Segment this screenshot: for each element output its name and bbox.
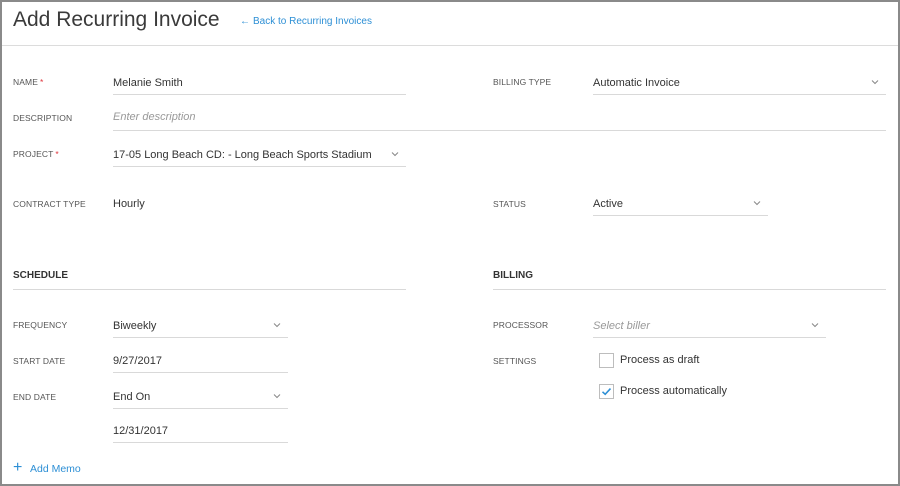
page-title: Add Recurring Invoice — [13, 8, 220, 31]
chevron-down-icon — [273, 323, 281, 328]
status-value: Active — [593, 198, 623, 210]
process-as-draft-checkbox[interactable]: Process as draft — [599, 353, 799, 369]
description-label: DESCRIPTION — [13, 113, 73, 123]
add-memo-label: Add Memo — [30, 463, 81, 475]
project-select[interactable]: 17-05 Long Beach CD: - Long Beach Sports… — [113, 143, 406, 167]
name-field[interactable]: Melanie Smith — [113, 71, 406, 95]
billing-divider — [493, 289, 886, 290]
billing-type-select[interactable]: Automatic Invoice — [593, 71, 886, 95]
chevron-down-icon — [811, 323, 819, 328]
end-date-field[interactable]: 12/31/2017 — [113, 419, 288, 443]
billing-type-value: Automatic Invoice — [593, 77, 680, 89]
description-input[interactable] — [113, 111, 886, 123]
end-date-select[interactable]: End On — [113, 385, 288, 409]
project-label: PROJECT * — [13, 149, 59, 159]
back-link-label: Back to Recurring Invoices — [253, 16, 372, 27]
process-as-draft-label: Process as draft — [620, 354, 700, 366]
name-value: Melanie Smith — [113, 77, 183, 89]
end-date-label: END DATE — [13, 392, 57, 402]
end-date-value: 12/31/2017 — [113, 425, 169, 437]
description-field[interactable] — [113, 107, 886, 131]
name-label: NAME * — [13, 77, 43, 87]
page-header: Add Recurring Invoice ← Back to Recurring… — [2, 2, 898, 46]
chevron-down-icon — [753, 201, 761, 206]
back-to-recurring-invoices-link[interactable]: ← Back to Recurring Invoices — [240, 16, 372, 27]
settings-label: SETTINGS — [493, 356, 537, 366]
processor-select[interactable]: Select biller — [593, 314, 826, 338]
required-marker: * — [39, 77, 44, 87]
arrow-left-icon: ← — [240, 16, 250, 27]
frequency-select[interactable]: Biweekly — [113, 314, 288, 338]
contract-type-value: Hourly — [113, 198, 145, 210]
project-value: 17-05 Long Beach CD: - Long Beach Sports… — [113, 149, 372, 161]
processor-label: PROCESSOR — [493, 320, 549, 330]
required-marker: * — [55, 149, 59, 159]
project-label-text: PROJECT — [13, 149, 54, 159]
billing-section-title: BILLING — [493, 270, 533, 281]
plus-icon: + — [13, 459, 23, 476]
app-window: Add Recurring Invoice ← Back to Recurring… — [0, 0, 900, 486]
chevron-down-icon — [273, 394, 281, 399]
frequency-label: FREQUENCY — [13, 320, 68, 330]
frequency-value: Biweekly — [113, 320, 157, 332]
process-automatically-checkbox[interactable]: Process automatically — [599, 384, 799, 400]
chevron-down-icon — [871, 80, 879, 85]
schedule-section-title: SCHEDULE — [13, 270, 69, 281]
billing-type-label: BILLING TYPE — [493, 77, 552, 87]
status-label: STATUS — [493, 199, 526, 209]
schedule-divider — [13, 289, 406, 290]
status-select[interactable]: Active — [593, 192, 768, 216]
checkbox-unchecked[interactable] — [599, 353, 614, 368]
chevron-down-icon — [391, 152, 399, 157]
process-automatically-label: Process automatically — [620, 385, 727, 397]
start-date-label: START DATE — [13, 356, 66, 366]
checkmark-icon — [601, 388, 612, 396]
contract-type-label: CONTRACT TYPE — [13, 199, 86, 209]
start-date-value: 9/27/2017 — [113, 355, 162, 367]
processor-placeholder: Select biller — [593, 320, 650, 332]
end-date-type-value: End On — [113, 391, 151, 403]
checkbox-checked[interactable] — [599, 384, 614, 399]
start-date-field[interactable]: 9/27/2017 — [113, 349, 288, 373]
name-label-text: NAME — [13, 77, 38, 87]
